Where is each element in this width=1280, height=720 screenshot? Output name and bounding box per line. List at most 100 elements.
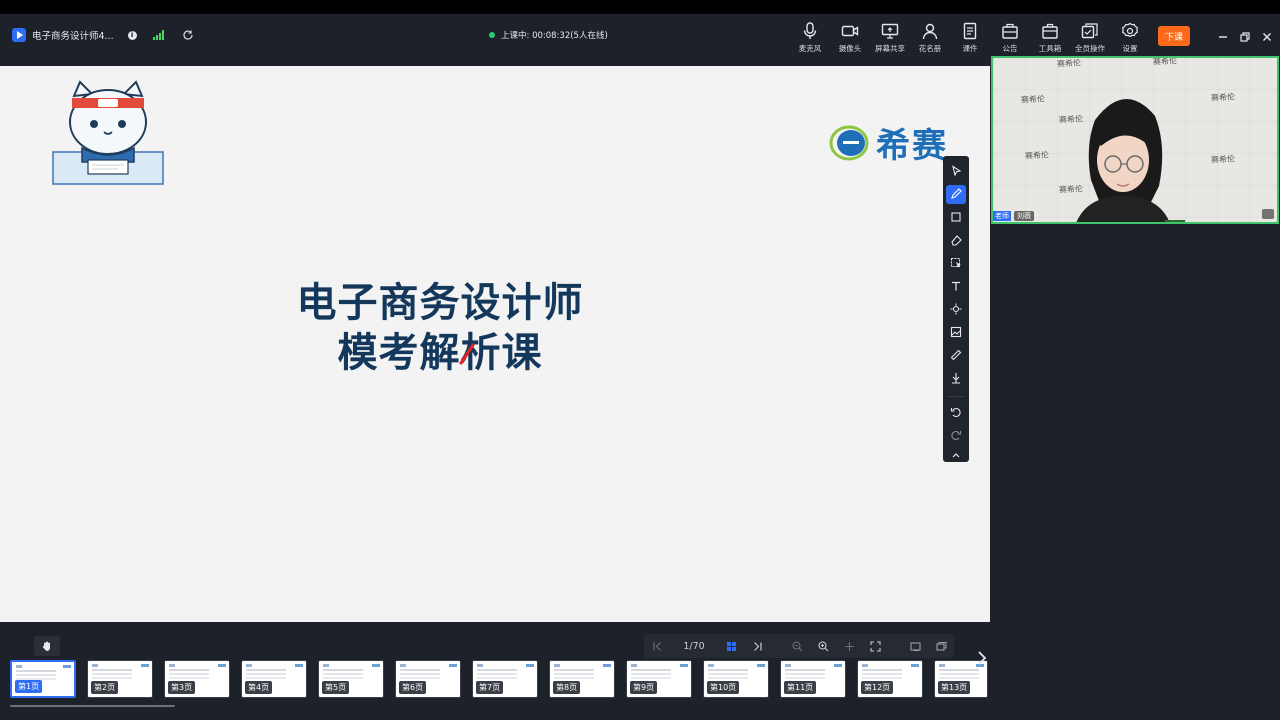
teacher-name: 刘薇 [1014, 211, 1034, 221]
screen-share-label: 屏幕共享 [875, 44, 905, 53]
chevron-right-icon[interactable] [975, 648, 989, 668]
info-icon[interactable]: i [127, 30, 137, 40]
camera-button[interactable]: 摄像头 [830, 20, 870, 60]
brand-mark-icon [829, 125, 869, 160]
settings-icon [1122, 22, 1138, 38]
wall-watermark: 赛希伦 [1024, 150, 1050, 161]
pan-button[interactable] [836, 634, 862, 658]
shape-tool-button[interactable] [946, 208, 966, 227]
page-thumbnail[interactable]: 第7页 [472, 660, 538, 698]
thumbnail-scrollbar[interactable] [10, 705, 175, 707]
courseware-button[interactable]: 课件 [950, 20, 990, 60]
hand-raise-button[interactable] [34, 636, 60, 656]
screenshot-button[interactable] [928, 634, 954, 658]
class-status-text: 上课中: 00:08:32(5人在线) [501, 31, 608, 41]
all-members-label: 全员操作 [1075, 44, 1105, 53]
mic-label: 麦克风 [798, 44, 822, 53]
toolbox-label: 工具箱 [1038, 44, 1062, 53]
page-thumbnail[interactable]: 第5页 [318, 660, 384, 698]
last-page-button[interactable] [744, 634, 770, 658]
zoom-in-icon [817, 640, 828, 651]
image-tool-button[interactable] [946, 323, 966, 342]
video-name-tag: 老师 刘薇 [993, 210, 1034, 222]
slide-canvas[interactable]: 希赛 电子商务设计师 模考解析课 [0, 66, 990, 622]
page-thumbnail[interactable]: 第3页 [164, 660, 230, 698]
page-thumbnail[interactable]: 第9页 [626, 660, 692, 698]
zoom-out-button[interactable] [784, 634, 810, 658]
restore-icon[interactable] [1239, 28, 1251, 42]
all-members-button[interactable]: 全员操作 [1070, 20, 1110, 60]
laser-pointer-button[interactable] [946, 300, 966, 319]
page-thumbnail[interactable]: 第1页 [10, 660, 76, 698]
toolbox-button[interactable]: 工具箱 [1030, 20, 1070, 60]
minimize-icon[interactable] [1217, 28, 1229, 40]
page-thumbnail[interactable]: 第11页 [780, 660, 846, 698]
area-select-icon [951, 258, 961, 268]
roster-button[interactable]: 花名册 [910, 20, 950, 60]
page-thumbnail[interactable]: 第4页 [241, 660, 307, 698]
fit-screen-button[interactable] [862, 634, 888, 658]
page-controls: 1/70 [644, 634, 954, 658]
eraser-icon [951, 235, 962, 246]
laser-pointer-icon [950, 303, 962, 315]
notice-button[interactable]: 公告 [990, 20, 1030, 60]
mic-button[interactable]: 麦克风 [790, 20, 830, 60]
courseware-icon [963, 22, 977, 40]
page-thumbnail[interactable]: 第10页 [703, 660, 769, 698]
switch-camera-icon[interactable] [1262, 209, 1274, 219]
screen-share-icon [881, 23, 899, 39]
text-icon [952, 282, 960, 291]
thumbnail-panel-icon [909, 641, 921, 651]
signal-strength-icon [152, 30, 164, 40]
thumbnail-label: 第11页 [784, 681, 817, 694]
screen-share-button[interactable]: 屏幕共享 [870, 20, 910, 60]
teacher-video[interactable]: 赛希伦 赛希伦 赛希伦 赛希伦 赛希伦 赛希伦 赛希伦 赛希伦 老师 刘薇 [991, 56, 1279, 224]
ruler-icon [950, 350, 962, 361]
cat-mascot-icon [52, 80, 164, 185]
collapse-toolbar-button[interactable] [946, 449, 966, 462]
text-tool-button[interactable] [946, 277, 966, 296]
eraser-tool-button[interactable] [946, 231, 966, 250]
area-select-tool-button[interactable] [946, 254, 966, 273]
close-icon[interactable] [1261, 28, 1273, 41]
slide-title-line-2: 模考解析课 [337, 330, 543, 376]
more-tools-button[interactable] [946, 369, 966, 388]
wall-watermark: 赛希伦 [1020, 94, 1046, 105]
settings-button[interactable]: 设置 [1110, 20, 1150, 60]
ruler-tool-button[interactable] [946, 346, 966, 365]
live-indicator-icon [489, 32, 495, 38]
page-indicator: 1/70 [683, 640, 705, 652]
redo-button[interactable] [946, 426, 966, 445]
thumbnail-label: 第7页 [476, 681, 504, 694]
end-class-button[interactable]: 下课 [1158, 26, 1190, 46]
select-tool-button[interactable] [946, 162, 966, 181]
roster-icon [922, 23, 938, 40]
pen-tool-button[interactable] [946, 184, 966, 204]
refresh-icon[interactable] [182, 29, 194, 41]
mic-icon [803, 22, 817, 39]
thumbnail-label: 第2页 [91, 681, 119, 694]
page-thumbnail[interactable]: 第12页 [857, 660, 923, 698]
redo-icon [951, 431, 962, 441]
tools-icon [952, 373, 960, 384]
first-page-button[interactable] [644, 634, 670, 658]
thumbnail-strip: 第1页 第2页 第3页 第4页 第5页 第6页 第7页 第8页 第9页 第10页… [10, 660, 988, 698]
image-icon [950, 327, 962, 338]
zoom-in-button[interactable] [810, 634, 836, 658]
page-thumbnail[interactable]: 第6页 [395, 660, 461, 698]
grid-view-button[interactable] [718, 634, 744, 658]
roster-label: 花名册 [918, 44, 942, 53]
brand-text: 希赛 [876, 126, 948, 166]
notice-label: 公告 [1002, 44, 1018, 53]
teacher-role-badge: 老师 [993, 211, 1011, 221]
thumbnail-toggle-button[interactable] [902, 634, 928, 658]
page-thumbnail[interactable]: 第2页 [87, 660, 153, 698]
fit-screen-icon [869, 640, 881, 652]
wall-watermark: 赛希伦 [1152, 56, 1178, 67]
hand-icon [42, 641, 50, 651]
undo-button[interactable] [946, 403, 966, 422]
thumbnail-label: 第13页 [938, 681, 971, 694]
page-thumbnail[interactable]: 第8页 [549, 660, 615, 698]
